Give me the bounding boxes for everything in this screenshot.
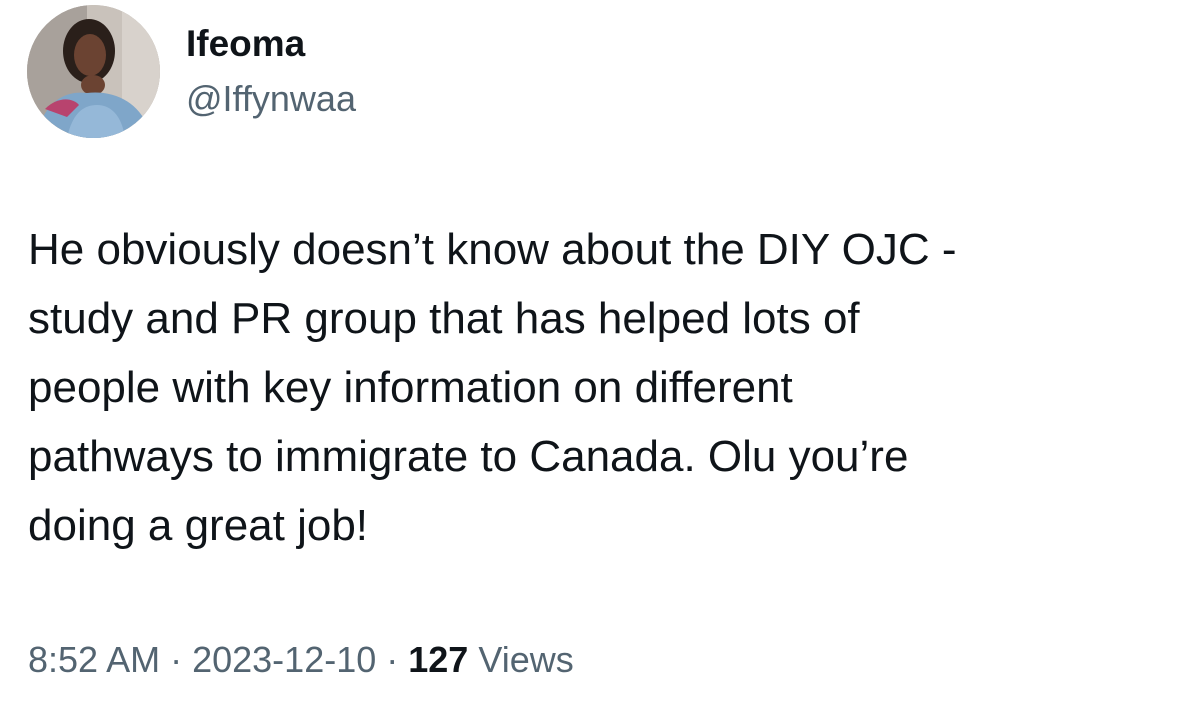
meta-separator: · bbox=[376, 639, 409, 680]
avatar-image bbox=[27, 5, 160, 138]
views-label[interactable]: Views bbox=[468, 639, 573, 680]
meta-separator: · bbox=[160, 639, 193, 680]
author-display-name[interactable]: Ifeoma bbox=[186, 20, 305, 68]
tweet-text-line: doing a great job! bbox=[28, 501, 369, 550]
tweet-card: Ifeoma @Iffynwaa He obviously doesn’t kn… bbox=[0, 0, 1179, 710]
avatar[interactable] bbox=[27, 5, 160, 138]
views-count[interactable]: 127 bbox=[408, 639, 468, 680]
tweet-text-line: people with key information on different bbox=[28, 363, 793, 412]
author-handle[interactable]: @Iffynwaa bbox=[186, 75, 356, 123]
tweet-date[interactable]: 2023-12-10 bbox=[192, 639, 376, 680]
tweet-text-line: study and PR group that has helped lots … bbox=[28, 294, 860, 343]
tweet-meta: 8:52 AM · 2023-12-10 · 127 Views bbox=[28, 636, 574, 684]
tweet-text: He obviously doesn’t know about the DIY … bbox=[28, 215, 1153, 560]
tweet-text-line: He obviously doesn’t know about the DIY … bbox=[28, 225, 957, 274]
tweet-time[interactable]: 8:52 AM bbox=[28, 639, 160, 680]
tweet-text-line: pathways to immigrate to Canada. Olu you… bbox=[28, 432, 909, 481]
